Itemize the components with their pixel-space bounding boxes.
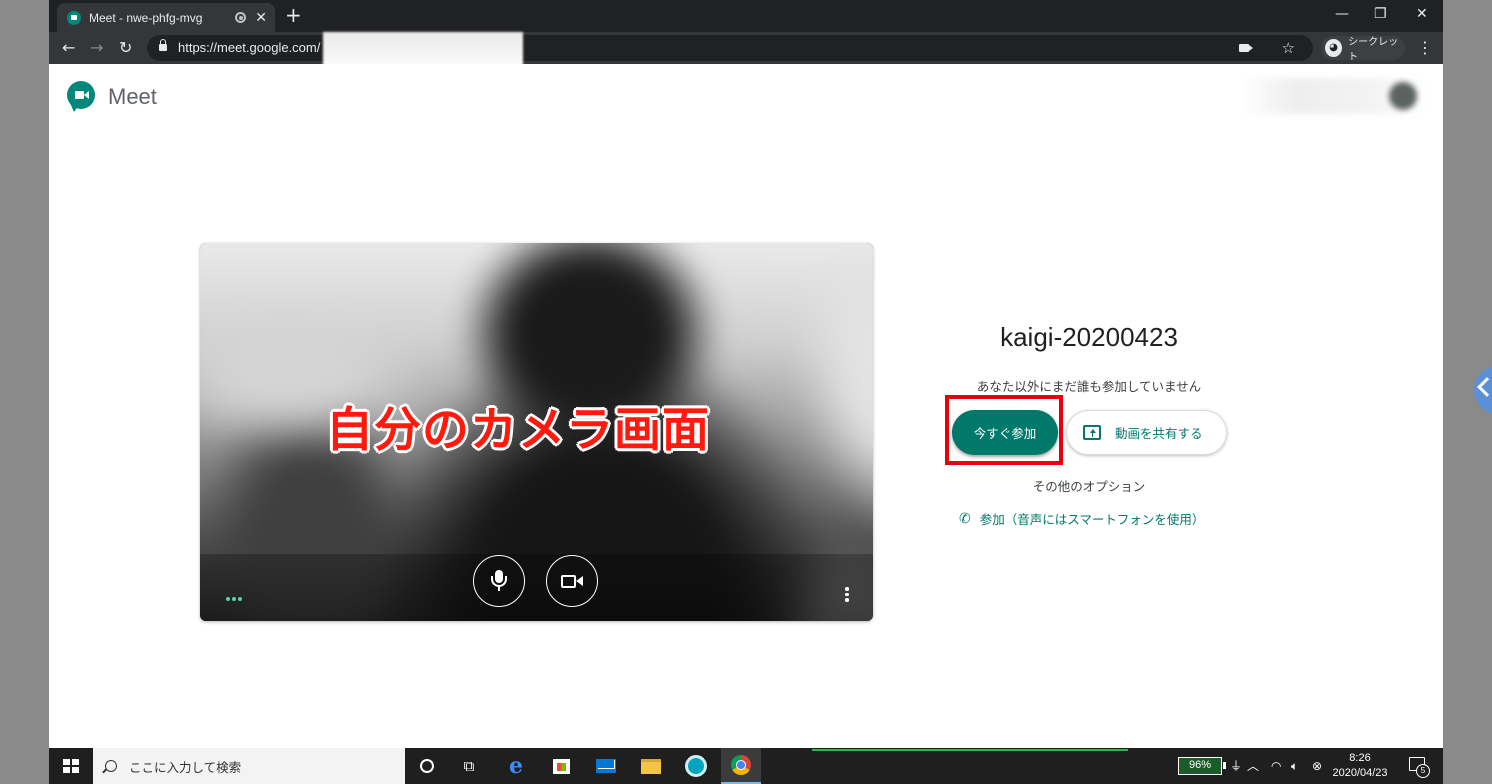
volume-icon[interactable]: 🔈︎ bbox=[1291, 757, 1298, 775]
cortana-button[interactable] bbox=[414, 753, 440, 779]
mic-muted-icon[interactable]: ⊗ bbox=[1312, 757, 1322, 775]
tab-strip: Meet - nwe-phfg-mvg ✕ + — ❐ ✕ bbox=[49, 0, 1443, 32]
clock-time: 8:26 bbox=[1349, 752, 1371, 764]
meet-logo-text: Meet bbox=[108, 83, 157, 109]
url-text: https://meet.google.com/ bbox=[178, 40, 321, 55]
cortana-icon bbox=[420, 759, 434, 773]
tab-title: Meet - nwe-phfg-mvg bbox=[89, 10, 203, 25]
browser-window: Meet - nwe-phfg-mvg ✕ + — ❐ ✕ ← → ↻ http… bbox=[49, 0, 1443, 748]
task-view-icon: ⧉ bbox=[463, 757, 475, 775]
address-bar[interactable]: https://meet.google.com/ ☆ bbox=[147, 32, 1313, 72]
taskbar-progress-line bbox=[812, 749, 1128, 751]
more-options-icon[interactable] bbox=[845, 587, 849, 602]
clock-date: 2020/04/23 bbox=[1332, 767, 1388, 779]
recording-indicator-icon bbox=[235, 12, 247, 23]
folder-icon bbox=[641, 758, 661, 774]
participants-status: あなた以外にまだ誰も参加していません bbox=[976, 379, 1202, 394]
mail-icon bbox=[596, 759, 616, 773]
avatar[interactable] bbox=[1389, 82, 1417, 110]
taskbar-search-box[interactable]: ここに入力して検索 bbox=[93, 748, 405, 784]
account-area-blurred[interactable] bbox=[1239, 78, 1429, 114]
incognito-icon: ◕ bbox=[1325, 39, 1343, 57]
annotation-caption: 自分のカメラ画面 bbox=[326, 403, 710, 458]
browser-menu-icon[interactable]: ⋮ bbox=[1417, 37, 1433, 59]
file-explorer-button[interactable] bbox=[638, 753, 664, 779]
zoom-app-button[interactable] bbox=[683, 753, 709, 779]
present-screen-icon bbox=[1083, 425, 1101, 440]
zoom-icon bbox=[685, 755, 707, 777]
edge-app-button[interactable]: e bbox=[503, 753, 529, 779]
back-button[interactable]: ← bbox=[62, 37, 75, 59]
task-view-button[interactable]: ⧉ bbox=[456, 753, 482, 779]
camera-toggle-button[interactable] bbox=[546, 555, 598, 607]
minimize-button[interactable]: — bbox=[1335, 4, 1349, 24]
other-options-label: その他のオプション bbox=[1032, 479, 1146, 494]
microphone-icon bbox=[490, 570, 508, 592]
new-tab-button[interactable]: + bbox=[285, 4, 302, 26]
camera-icon bbox=[561, 573, 583, 589]
incognito-label: シークレット bbox=[1348, 37, 1399, 63]
taskbar-clock[interactable]: 8:26 2020/04/23 bbox=[1328, 751, 1392, 781]
side-panel-toggle[interactable] bbox=[1474, 366, 1492, 414]
incognito-badge[interactable]: ◕ シークレット bbox=[1321, 36, 1405, 63]
store-app-button[interactable] bbox=[548, 753, 574, 779]
present-button-label: 動画を共有する bbox=[1115, 427, 1203, 441]
meeting-code-title: kaigi-20200423 bbox=[1000, 322, 1178, 352]
chevron-left-icon bbox=[1477, 377, 1492, 397]
camera-preview: 自分のカメラ画面 bbox=[200, 243, 873, 621]
store-icon bbox=[552, 758, 570, 774]
close-window-button[interactable]: ✕ bbox=[1416, 4, 1428, 24]
search-icon bbox=[105, 760, 117, 772]
meet-favicon-icon bbox=[67, 10, 81, 25]
phone-icon: ✆ bbox=[959, 510, 971, 527]
join-by-phone-link[interactable]: ✆ 参加（音声にはスマートフォンを使用） bbox=[959, 509, 1204, 528]
camera-permission-icon[interactable] bbox=[1239, 44, 1253, 52]
meet-logo-icon bbox=[67, 81, 95, 112]
chrome-icon bbox=[731, 755, 751, 775]
lock-icon bbox=[159, 39, 167, 51]
reload-button[interactable]: ↻ bbox=[119, 37, 132, 59]
microphone-toggle-button[interactable] bbox=[473, 555, 525, 607]
meet-page: Meet 自分のカメラ画面 kaigi-20200423 あなた以外にまだ誰も参… bbox=[49, 64, 1443, 748]
join-now-button[interactable]: 今すぐ参加 bbox=[952, 410, 1058, 455]
audio-level-indicator-icon bbox=[226, 597, 242, 601]
edge-icon: e bbox=[509, 753, 523, 779]
browser-toolbar: ← → ↻ https://meet.google.com/ ☆ ◕ シークレッ… bbox=[49, 32, 1443, 72]
notification-center-icon[interactable]: 5 bbox=[1409, 757, 1430, 778]
bookmark-star-icon[interactable]: ☆ bbox=[1282, 38, 1295, 58]
wifi-icon[interactable]: ◠ bbox=[1271, 757, 1281, 775]
chevron-up-icon[interactable]: ︿ bbox=[1247, 757, 1259, 775]
start-button[interactable] bbox=[63, 759, 79, 773]
present-button[interactable]: 動画を共有する bbox=[1066, 410, 1227, 455]
chrome-app-button[interactable] bbox=[721, 748, 761, 784]
restore-button[interactable]: ❐ bbox=[1374, 4, 1387, 24]
meet-logo[interactable]: Meet bbox=[67, 81, 157, 112]
join-by-phone-label: 参加（音声にはスマートフォンを使用） bbox=[979, 512, 1205, 527]
browser-tab[interactable]: Meet - nwe-phfg-mvg ✕ bbox=[57, 3, 275, 32]
power-plug-icon[interactable]: ⏚ bbox=[1230, 757, 1242, 775]
close-tab-icon[interactable]: ✕ bbox=[255, 11, 267, 25]
notification-count-badge: 5 bbox=[1416, 764, 1430, 778]
battery-indicator[interactable]: 96% bbox=[1178, 757, 1226, 775]
taskbar-search-placeholder: ここに入力して検索 bbox=[129, 759, 242, 775]
mail-app-button[interactable] bbox=[593, 753, 619, 779]
windows-taskbar: ここに入力して検索 ⧉ e 96% ⏚ ︿ ◠ 🔈︎ ⊗ 8:26 2020/0… bbox=[49, 748, 1443, 784]
forward-button[interactable]: → bbox=[90, 37, 103, 59]
preview-controls-shade bbox=[200, 554, 873, 621]
